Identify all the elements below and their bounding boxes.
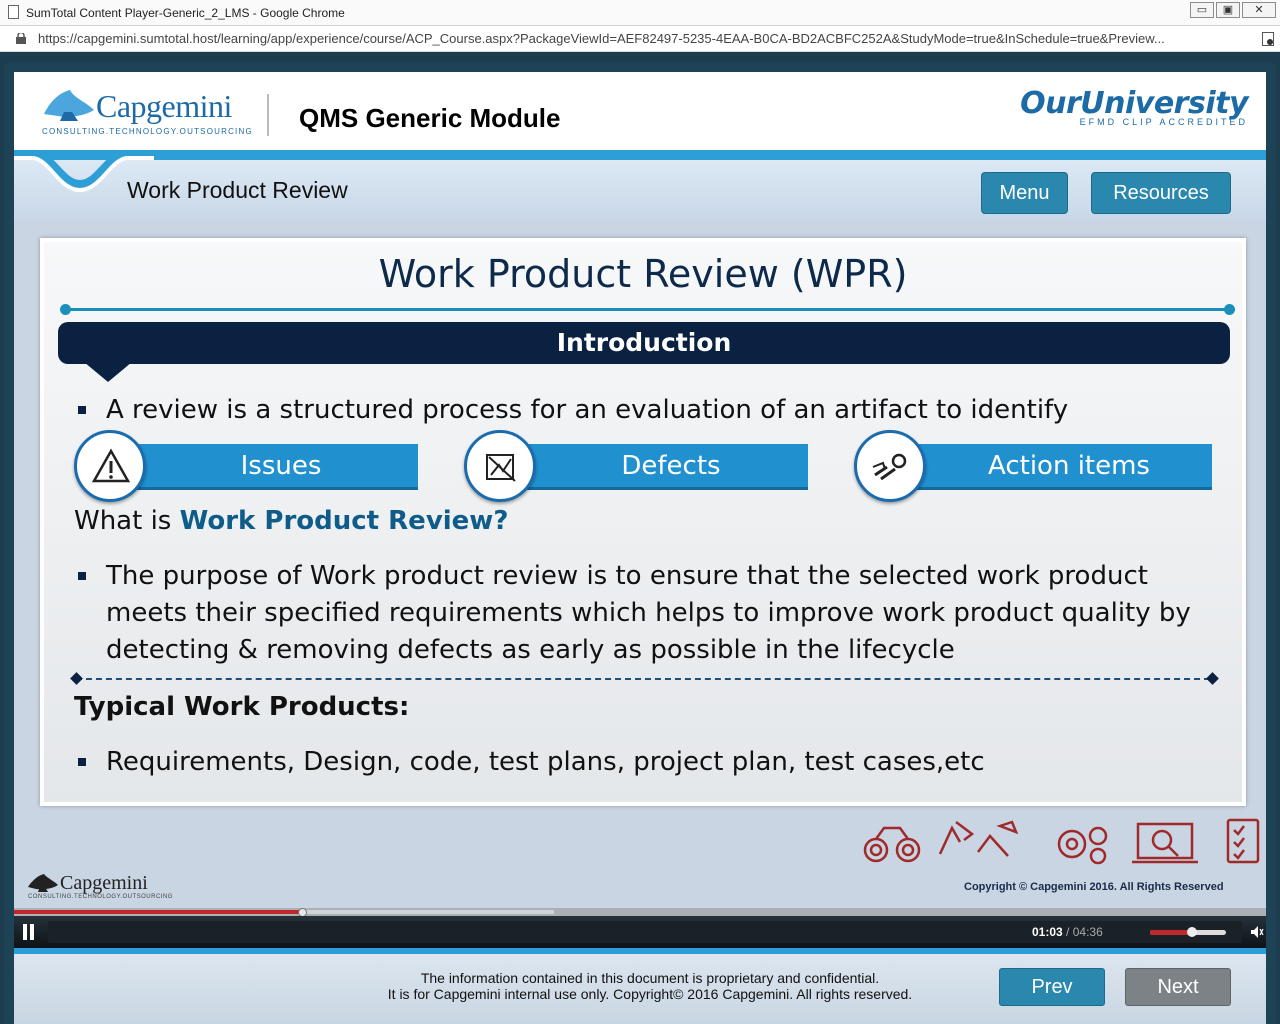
resources-button[interactable]: Resources <box>1091 172 1231 214</box>
rule-dot-left <box>60 304 71 315</box>
copyright-text: Copyright © Capgemini 2016. All Rights R… <box>964 881 1224 893</box>
what-highlight: Work Product Review? <box>179 506 509 536</box>
gears-icon <box>1057 829 1087 859</box>
issues-circle <box>74 430 146 502</box>
warning-icon <box>91 448 131 483</box>
what-prefix: What is <box>74 506 180 536</box>
lock-icon <box>16 33 26 44</box>
action-items-circle <box>854 430 926 502</box>
close-button[interactable]: ✕ <box>1242 2 1276 18</box>
decorative-icons <box>863 818 1260 865</box>
section-header: Work Product Review Menu Resources <box>14 150 1266 220</box>
maximize-button[interactable]: ▣ <box>1216 2 1240 18</box>
volume-level <box>1150 930 1192 935</box>
bullet-marker <box>78 406 86 414</box>
logo-wordmark: Capgemini <box>96 88 232 124</box>
browser-title-bar: SumTotal Content Player-Generic_2_LMS - … <box>0 0 1280 26</box>
defects-pill: Defects <box>504 444 808 490</box>
university-wordmark: OurUniversity <box>1020 86 1248 121</box>
capgemini-logo: Capgemini CONSULTING.TECHNOLOGY.OUTSOURC… <box>40 88 252 136</box>
what-is-heading: What is Work Product Review? <box>74 506 508 536</box>
purpose-text: The purpose of Work product review is to… <box>106 561 1191 665</box>
typical-products-heading: Typical Work Products: <box>74 692 410 722</box>
notice-line-1: The information contained in this docume… <box>420 970 880 986</box>
current-time: 01:03 <box>1032 925 1063 939</box>
introduction-banner: Introduction <box>58 322 1230 364</box>
bottom-nav-bar: The information contained in this docume… <box>14 954 1266 1024</box>
next-button[interactable]: Next <box>1125 968 1231 1006</box>
logo-tagline: CONSULTING.TECHNOLOGY.OUTSOURCING <box>42 127 253 136</box>
header-band <box>14 150 1266 160</box>
binoculars-icon <box>863 837 889 863</box>
notice-line-2: It is for Capgemini internal use only. C… <box>387 986 913 1002</box>
footer-logo: Capgemini CONSULTING.TECHNOLOGY.OUTSOURC… <box>26 872 172 900</box>
dashed-separator <box>76 678 1210 680</box>
seek-played <box>14 910 302 914</box>
window-title: SumTotal Content Player-Generic_2_LMS - … <box>26 6 345 20</box>
action-items-label: Action items <box>988 451 1150 481</box>
total-time: 04:36 <box>1072 925 1103 939</box>
confidentiality-notice: The information contained in this docume… <box>314 970 986 1002</box>
broken-image-icon <box>486 454 516 482</box>
footer-logo-tagline: CONSULTING.TECHNOLOGY.OUTSOURCING <box>28 894 173 900</box>
spade-logo-icon <box>44 90 94 121</box>
bullet-marker <box>78 572 86 580</box>
footer-logo-wordmark: Capgemini <box>60 872 148 894</box>
review-definition-text: A review is a structured process for an … <box>106 395 1069 425</box>
our-university-logo: OurUniversity EFMD CLIP ACCREDITED <box>1020 86 1248 127</box>
time-separator: / <box>1062 925 1073 939</box>
menu-button[interactable]: Menu <box>981 172 1068 214</box>
section-title: Work Product Review <box>127 177 348 203</box>
monitor-search-icon <box>1136 822 1194 860</box>
separator-diamond-right <box>1206 672 1219 685</box>
pause-icon[interactable] <box>22 924 36 940</box>
volume-icon[interactable] <box>1250 925 1264 939</box>
header-divider <box>267 94 269 136</box>
course-header: Capgemini CONSULTING.TECHNOLOGY.OUTSOURC… <box>14 72 1266 152</box>
seek-bar[interactable] <box>14 908 1266 917</box>
module-title: QMS Generic Module <box>299 103 561 133</box>
player-controls: 01:03 / 04:36 <box>14 916 1266 948</box>
defects-label: Defects <box>621 451 721 481</box>
issues-pill: Issues <box>114 444 418 490</box>
wrench-icon <box>872 453 907 481</box>
banner-pointer <box>84 362 132 382</box>
action-items-pill: Action items <box>896 444 1212 490</box>
content-player: Capgemini CONSULTING.TECHNOLOGY.OUTSOURC… <box>14 72 1266 952</box>
page-icon <box>8 5 19 19</box>
rule-dot-right <box>1224 304 1235 315</box>
title-rule <box>64 308 1230 311</box>
minimize-button[interactable]: ▭ <box>1190 2 1214 18</box>
url-text[interactable]: https://capgemini.sumtotal.host/learning… <box>38 31 1258 46</box>
address-bar[interactable]: https://capgemini.sumtotal.host/learning… <box>0 26 1280 52</box>
spade-logo-icon <box>28 874 58 892</box>
separator-diamond-left <box>70 672 83 685</box>
prev-button[interactable]: Prev <box>999 968 1105 1006</box>
time-display: 01:03 / 04:36 <box>1032 925 1103 939</box>
document-icon[interactable] <box>1262 32 1274 46</box>
slide-panel: Work Product Review (WPR) Introduction A… <box>40 238 1246 806</box>
slide-title: Work Product Review (WPR) <box>378 252 908 296</box>
typical-products-text: Requirements, Design, code, test plans, … <box>106 747 985 777</box>
volume-handle[interactable] <box>1187 927 1197 937</box>
issues-label: Issues <box>240 451 322 481</box>
bullet-marker <box>78 758 86 766</box>
defects-circle <box>464 430 536 502</box>
